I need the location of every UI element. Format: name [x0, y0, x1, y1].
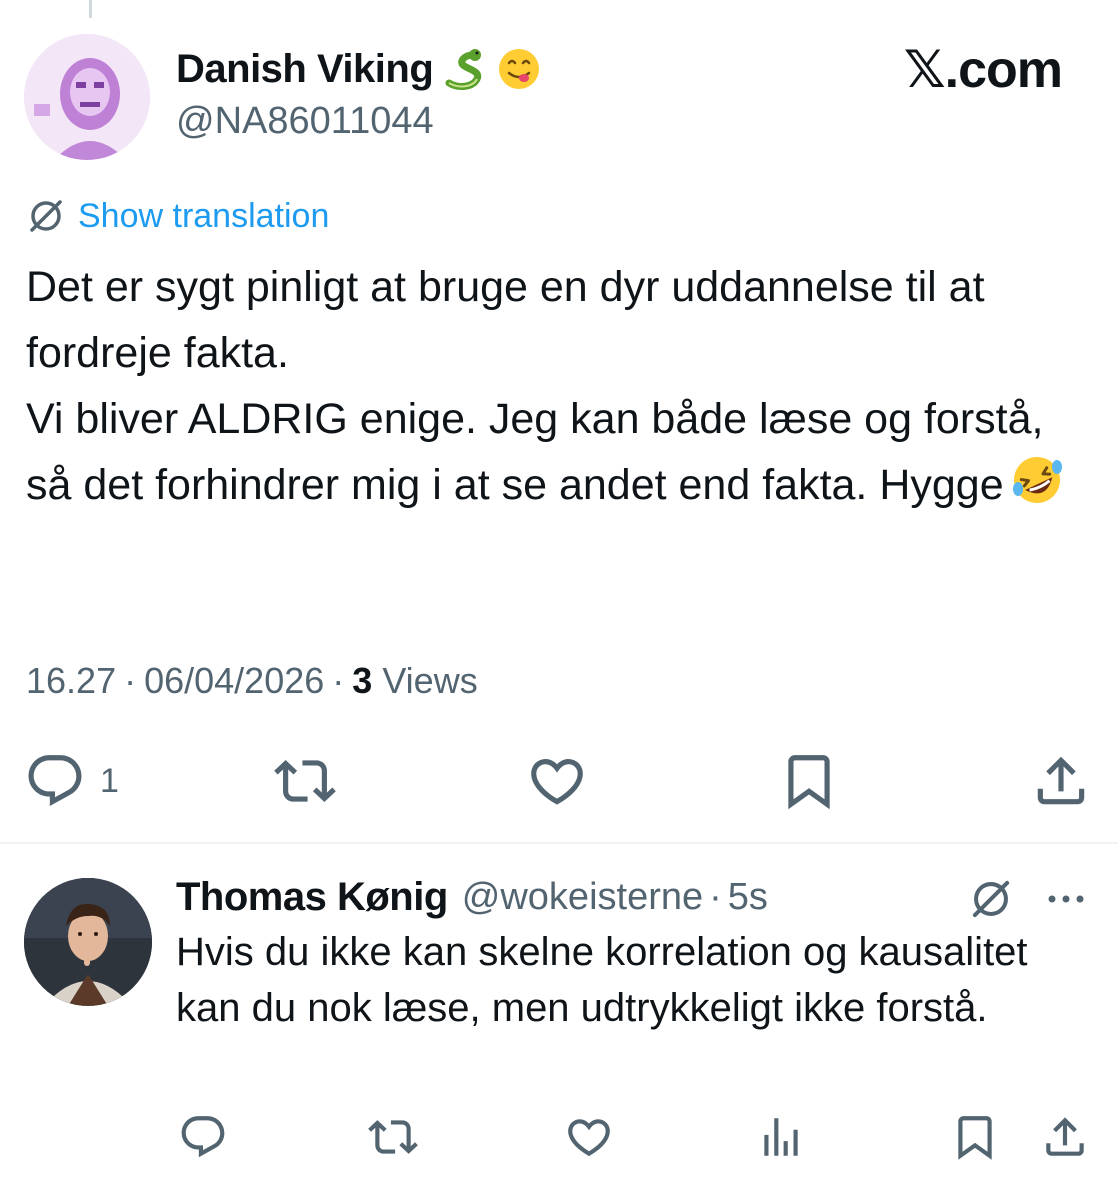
bookmark-icon: [958, 1116, 992, 1160]
translate-icon[interactable]: [968, 876, 1014, 922]
show-translation-button[interactable]: Show translation: [26, 196, 329, 236]
meta-separator: ·: [332, 660, 345, 701]
bookmark-button[interactable]: [778, 750, 840, 812]
views-count: 3: [352, 660, 373, 701]
reply-button[interactable]: 1: [24, 750, 119, 812]
like-icon: [531, 759, 583, 805]
thread-connector-line: [89, 0, 92, 18]
tweet-text: Det er sygt pinligt at bruge en dyr udda…: [26, 254, 1086, 518]
views-label[interactable]: Views: [382, 660, 477, 702]
tweet-date[interactable]: 06/04/2026: [144, 660, 324, 702]
rofl-emoji-icon: [1010, 453, 1064, 507]
reply-text: Hvis du ikke kan skelne korrelation og k…: [176, 930, 1028, 1030]
show-translation-label: Show translation: [78, 196, 330, 235]
reply-author-handle[interactable]: @wokeisterne: [462, 876, 703, 919]
x-brand-logo: 𝕏.com: [903, 41, 1063, 99]
author-name-row: Danish Viking: [176, 42, 541, 96]
meta-separator: ·: [709, 875, 722, 918]
share-icon: [1046, 1117, 1084, 1156]
retweet-icon: [274, 760, 336, 802]
snake-emoji-icon: [443, 47, 487, 91]
reply-icon: [181, 1116, 225, 1158]
share-button[interactable]: [1040, 1112, 1090, 1162]
reply-header: Thomas Kønig @wokeisterne · 5s: [176, 870, 768, 924]
reply-author-name[interactable]: Thomas Kønig: [176, 875, 448, 920]
tweet-time[interactable]: 16.27: [26, 660, 116, 702]
tweet-action-bar: 1: [0, 750, 1118, 814]
retweet-button[interactable]: [274, 750, 336, 812]
translate-icon: [30, 200, 62, 232]
like-button[interactable]: [564, 1112, 614, 1162]
divider: [0, 842, 1118, 844]
bookmark-icon: [788, 755, 830, 810]
tweet-text-content: Det er sygt pinligt at bruge en dyr udda…: [26, 263, 1044, 509]
reply-button[interactable]: [178, 1112, 228, 1162]
views-button[interactable]: [756, 1112, 806, 1162]
views-chart-icon: [764, 1118, 798, 1156]
author-display-name[interactable]: Danish Viking: [176, 47, 434, 92]
yum-emoji-icon: [497, 47, 541, 91]
tweet-meta: 16.27 · 06/04/2026 · 3 Views: [26, 660, 478, 702]
like-icon: [568, 1119, 610, 1157]
more-icon[interactable]: [1044, 884, 1088, 914]
share-button[interactable]: [1030, 750, 1092, 812]
author-handle[interactable]: @NA86011044: [176, 100, 434, 143]
share-icon: [1037, 756, 1085, 805]
avatar[interactable]: [24, 34, 150, 160]
retweet-icon: [368, 1120, 418, 1154]
reply-count: 1: [100, 761, 119, 800]
reply-time[interactable]: 5s: [728, 876, 768, 919]
bookmark-button[interactable]: [950, 1112, 1000, 1162]
like-button[interactable]: [526, 750, 588, 812]
meta-separator: ·: [124, 660, 137, 701]
reply-action-bar: [0, 1112, 1118, 1164]
retweet-button[interactable]: [368, 1112, 418, 1162]
reply-icon: [28, 755, 82, 807]
reply-avatar[interactable]: [24, 878, 152, 1006]
